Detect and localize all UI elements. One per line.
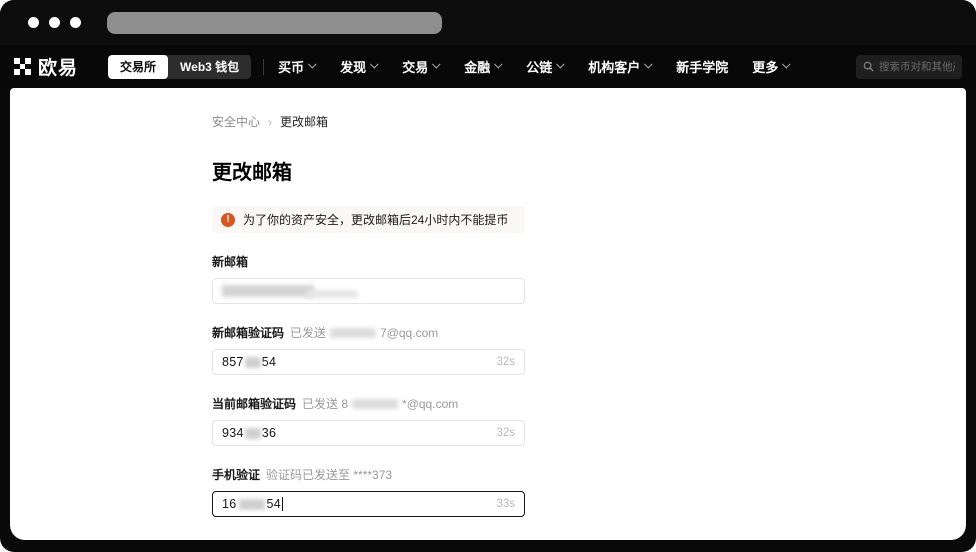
warning-text: 为了你的资产安全，更改邮箱后24小时内不能提币 bbox=[243, 211, 508, 228]
field-label: 当前邮箱验证码 bbox=[212, 395, 296, 412]
browser-chrome bbox=[0, 0, 976, 45]
menu-item-label: 买币 bbox=[278, 57, 304, 76]
top-navbar: 欧易 交易所 Web3 钱包 买币 发现 交易 金融 bbox=[0, 45, 976, 88]
field-hint: 验证码已发送至 ****373 bbox=[266, 466, 392, 483]
menu-item-label: 金融 bbox=[464, 57, 490, 76]
field-label: 新邮箱 bbox=[212, 253, 248, 270]
menu-item-label: 新手学院 bbox=[676, 57, 728, 76]
redacted-code-digits bbox=[245, 357, 261, 368]
chevron-down-icon bbox=[370, 60, 378, 68]
field-hint: 已发送 8 *@qq.com bbox=[302, 395, 458, 412]
chevron-down-icon bbox=[308, 60, 316, 68]
code-text: 54 bbox=[262, 355, 277, 369]
address-bar[interactable] bbox=[107, 12, 442, 34]
redacted-code-digits bbox=[245, 428, 261, 439]
window-controls bbox=[28, 17, 81, 28]
hint-email-suffix: *@qq.com bbox=[402, 397, 458, 411]
page-title: 更改邮箱 bbox=[212, 156, 525, 185]
menu-item-label: 公链 bbox=[526, 57, 552, 76]
product-toggle: 交易所 Web3 钱包 bbox=[108, 55, 251, 79]
search-icon bbox=[863, 61, 874, 72]
code-text: 54 bbox=[267, 497, 282, 511]
menu-item-trade[interactable]: 交易 bbox=[402, 57, 440, 76]
countdown-timer: 32s bbox=[496, 427, 515, 439]
field-phone-verification: 手机验证 验证码已发送至 ****373 16 54 33s bbox=[212, 466, 525, 517]
chevron-down-icon bbox=[782, 60, 790, 68]
breadcrumb-current: 更改邮箱 bbox=[280, 113, 328, 130]
chevron-down-icon bbox=[494, 60, 502, 68]
breadcrumb-security-center[interactable]: 安全中心 bbox=[212, 113, 260, 130]
code-text: 934 bbox=[222, 426, 244, 440]
field-current-email-code: 当前邮箱验证码 已发送 8 *@qq.com 934 36 32s bbox=[212, 395, 525, 446]
main-menu: 买币 发现 交易 金融 公链 机构客户 bbox=[278, 57, 790, 76]
menu-item-buy-crypto[interactable]: 买币 bbox=[278, 57, 316, 76]
redacted-code-digits bbox=[239, 499, 265, 510]
code-text: 857 bbox=[222, 355, 244, 369]
search-box[interactable] bbox=[856, 55, 962, 79]
window-control-dot[interactable] bbox=[70, 17, 81, 28]
window-control-dot[interactable] bbox=[49, 17, 60, 28]
okx-logo-icon[interactable] bbox=[14, 58, 31, 75]
field-hint: 已发送 7@qq.com bbox=[290, 324, 438, 341]
content-panel: 安全中心 › 更改邮箱 更改邮箱 ! 为了你的资产安全，更改邮箱后24小时内不能… bbox=[10, 88, 966, 540]
phone-code-input[interactable]: 16 54 33s bbox=[212, 491, 525, 517]
code-text: 16 bbox=[222, 497, 237, 511]
menu-item-label: 发现 bbox=[340, 57, 366, 76]
menu-item-label: 交易 bbox=[402, 57, 428, 76]
field-new-email-code: 新邮箱验证码 已发送 7@qq.com 857 54 32s bbox=[212, 324, 525, 375]
menu-item-institutions[interactable]: 机构客户 bbox=[588, 57, 652, 76]
browser-window: 欧易 交易所 Web3 钱包 买币 发现 交易 金融 bbox=[0, 0, 976, 552]
toggle-web3-wallet[interactable]: Web3 钱包 bbox=[168, 55, 251, 79]
chevron-down-icon bbox=[432, 60, 440, 68]
menu-item-label: 机构客户 bbox=[588, 57, 640, 76]
new-email-code-input[interactable]: 857 54 32s bbox=[212, 349, 525, 375]
menu-item-academy[interactable]: 新手学院 bbox=[676, 57, 728, 76]
redacted-email-text bbox=[330, 328, 376, 338]
hint-sent-text: 已发送 bbox=[290, 324, 326, 341]
current-email-code-input[interactable]: 934 36 32s bbox=[212, 420, 525, 446]
verification-help-link[interactable]: 验证方式无法使用? bbox=[212, 538, 315, 540]
menu-item-finance[interactable]: 金融 bbox=[464, 57, 502, 76]
warning-banner: ! 为了你的资产安全，更改邮箱后24小时内不能提币 bbox=[212, 206, 525, 233]
nav-divider bbox=[263, 59, 264, 75]
redacted-email-value bbox=[222, 285, 314, 297]
breadcrumb-separator-icon: › bbox=[268, 115, 272, 129]
field-label: 新邮箱验证码 bbox=[212, 324, 284, 341]
redacted-email-value bbox=[306, 290, 358, 298]
menu-item-label: 更多 bbox=[752, 57, 778, 76]
menu-item-more[interactable]: 更多 bbox=[752, 57, 790, 76]
countdown-timer: 32s bbox=[496, 356, 515, 368]
menu-item-public-chain[interactable]: 公链 bbox=[526, 57, 564, 76]
field-label: 手机验证 bbox=[212, 466, 260, 483]
redacted-email-text bbox=[352, 399, 398, 409]
menu-item-discover[interactable]: 发现 bbox=[340, 57, 378, 76]
window-control-dot[interactable] bbox=[28, 17, 39, 28]
brand-name[interactable]: 欧易 bbox=[38, 53, 78, 80]
hint-email-suffix: 7@qq.com bbox=[380, 326, 438, 340]
chevron-down-icon bbox=[556, 60, 564, 68]
search-input[interactable] bbox=[879, 61, 955, 73]
breadcrumb: 安全中心 › 更改邮箱 bbox=[212, 113, 525, 130]
countdown-timer: 33s bbox=[496, 498, 515, 510]
text-cursor bbox=[282, 497, 283, 511]
hint-sent-text: 已发送 8 bbox=[302, 395, 348, 412]
new-email-input[interactable] bbox=[212, 278, 525, 304]
toggle-exchange[interactable]: 交易所 bbox=[108, 55, 168, 79]
chevron-down-icon bbox=[644, 60, 652, 68]
warning-icon: ! bbox=[221, 213, 235, 227]
field-new-email: 新邮箱 bbox=[212, 253, 525, 304]
code-text: 36 bbox=[262, 426, 277, 440]
